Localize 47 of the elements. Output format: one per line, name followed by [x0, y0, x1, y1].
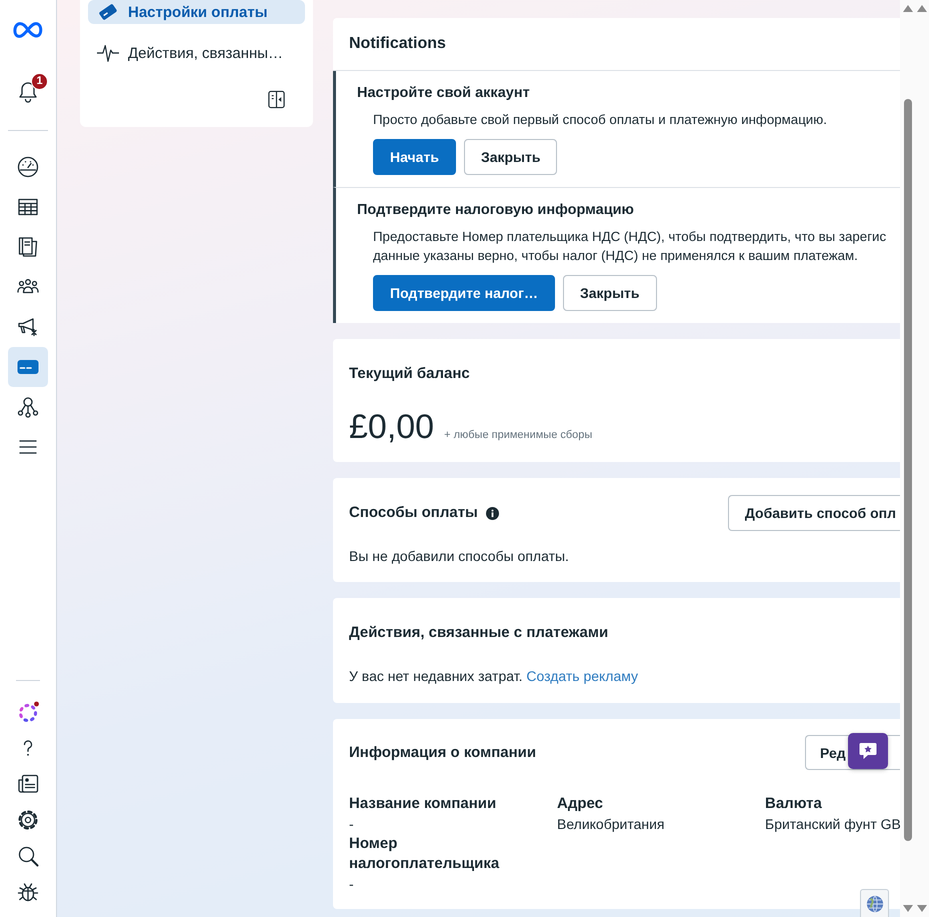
settings-icon [16, 808, 40, 832]
create-ad-link[interactable]: Создать рекламу [526, 668, 638, 684]
globe-button[interactable] [860, 889, 889, 917]
field-value: - [349, 815, 355, 834]
notification-text: Предоставьте Номер плательщика НДС (НДС), чтобы подтвердить, что вы зарегис данные указаны верно, чтобы налог (НДС) не применялся к вашим платежам. [373, 228, 888, 265]
pulse-icon [96, 42, 120, 64]
notification-title: Настройте свой аккаунт [357, 85, 531, 102]
search-icon [16, 844, 40, 868]
field-label: Адрес [557, 794, 604, 814]
add-payment-method-button[interactable]: Добавить способ опл [728, 495, 900, 531]
gauge-icon [16, 155, 40, 179]
card-title: Способы оплаты [349, 504, 478, 522]
info-icon[interactable] [486, 506, 499, 520]
card-title: Информация о компании [349, 744, 536, 762]
notification-title: Подтвердите налоговую информацию [357, 202, 635, 219]
notification-text: Просто добавьте свой первый способ оплаты и платежную информацию. [373, 111, 828, 129]
field-value: Великобритания [557, 815, 666, 834]
pages-icon [16, 235, 40, 259]
empty-state-text: У вас нет недавних затрат. Создать рекламу [349, 667, 640, 685]
chat-bubble-icon [858, 741, 878, 761]
credit-card-nav-button[interactable] [8, 347, 48, 387]
field-value: Британский фунт GB [765, 815, 901, 834]
field-label: Название компании [349, 794, 498, 814]
infinity-logo-icon[interactable] [13, 21, 43, 39]
card-title: Действия, связанные с платежами [349, 624, 610, 642]
collapse-panel-icon[interactable] [267, 90, 286, 109]
close-button[interactable]: Закрыть [562, 275, 656, 311]
balance-amount: £0,00 [349, 408, 434, 446]
empty-state-text: Вы не добавили способы оплаты. [349, 547, 570, 565]
payment-settings-item[interactable]: Настройки оплаты [88, 0, 305, 24]
globe-icon [866, 894, 884, 912]
field-label: Валюта [765, 794, 823, 814]
network-icon [16, 395, 40, 419]
close-button[interactable]: Закрыть [464, 139, 558, 175]
chat-button[interactable] [848, 733, 888, 769]
card-title: Notifications [333, 18, 900, 71]
payment-activity-item[interactable]: Действия, связанны… [88, 36, 305, 70]
card-title: Текущий баланс [349, 365, 471, 383]
sparkle-flower-icon [16, 700, 40, 724]
notifications-nav-button[interactable]: 1 [8, 73, 48, 111]
fees-note: + любые применимые сборы [444, 429, 592, 441]
primary-button[interactable]: Подтвердите налог… [373, 275, 555, 311]
field-label: Номер налогоплательщика [349, 834, 500, 874]
notification-badge: 1 [31, 73, 48, 90]
scrollbar-thumb[interactable] [904, 99, 912, 841]
field-value: - [349, 875, 355, 894]
primary-button[interactable]: Начать [373, 139, 456, 175]
